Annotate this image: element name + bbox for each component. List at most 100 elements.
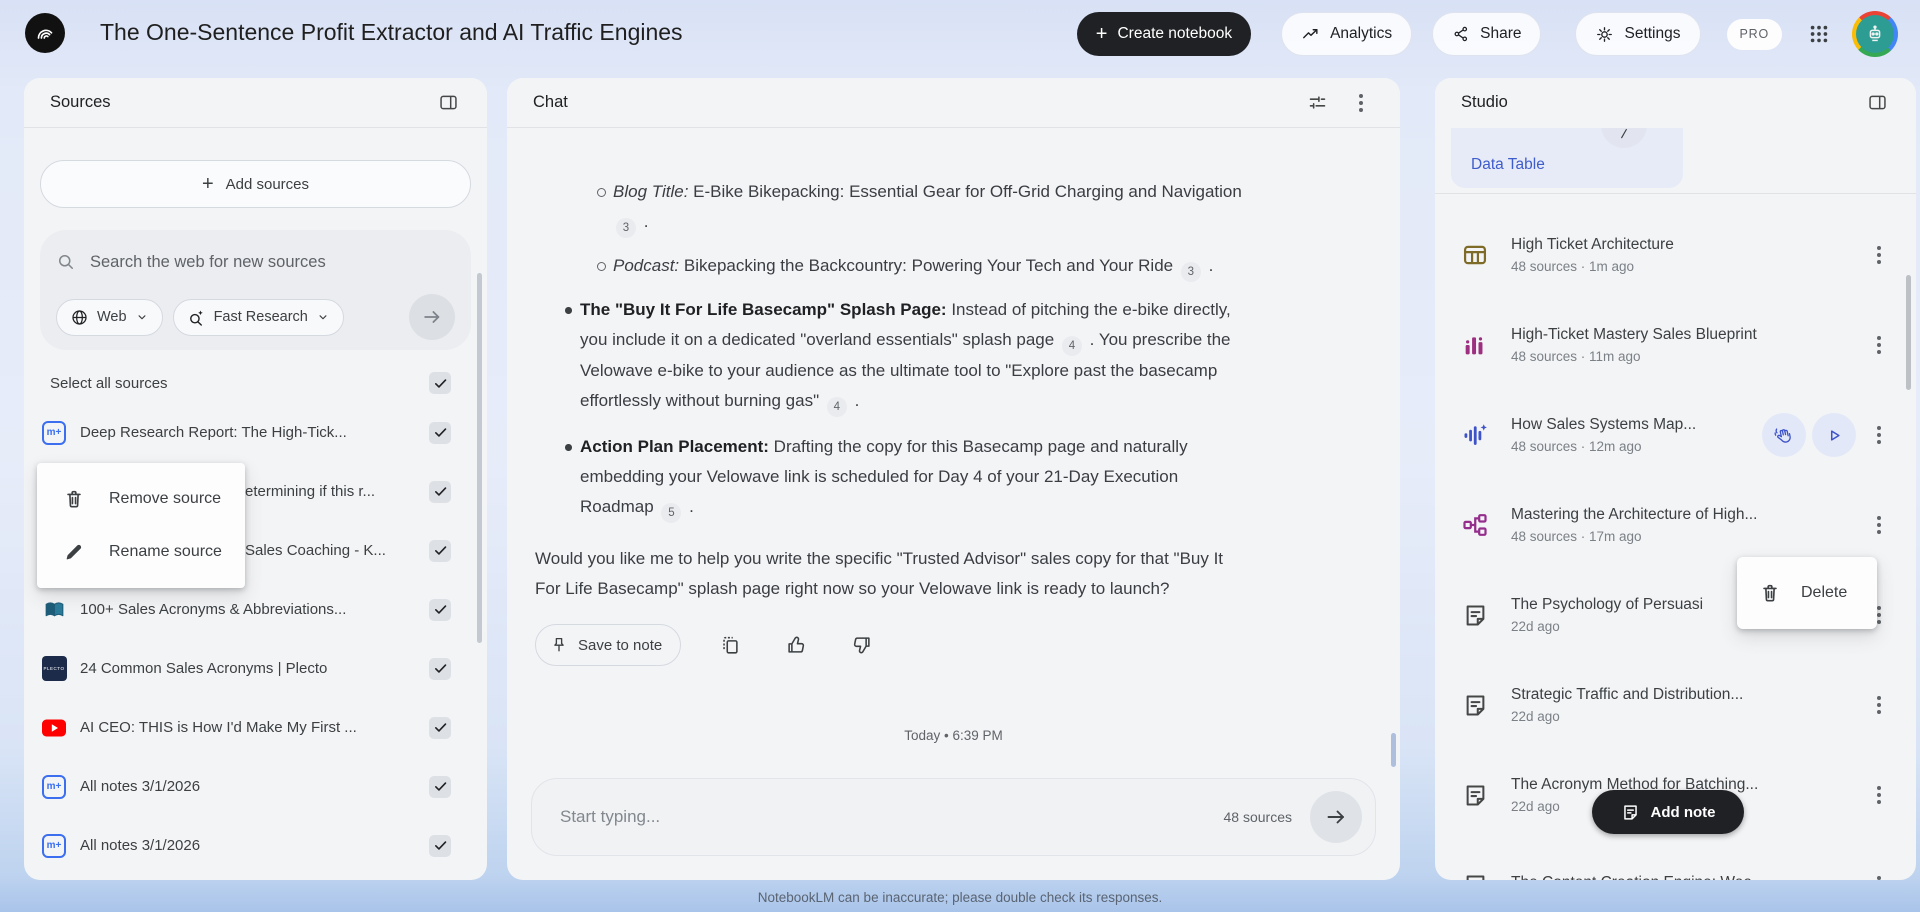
divider	[24, 127, 487, 128]
send-button[interactable]	[1310, 791, 1362, 843]
remove-source-menu-item[interactable]: Remove source	[37, 475, 245, 523]
waving-hand-icon	[1774, 427, 1791, 443]
data-table-icon	[1459, 241, 1491, 269]
web-filter-dropdown[interactable]: Web	[56, 298, 163, 336]
source-checkbox[interactable]	[429, 421, 451, 444]
item-more-menu-icon[interactable]	[1862, 328, 1896, 362]
data-table-card-region: Data Table	[1435, 128, 1916, 192]
thumbs-up-icon[interactable]	[779, 628, 813, 662]
item-more-menu-icon[interactable]	[1862, 778, 1896, 812]
source-row[interactable]: m+ Deep Research Report: The High-Tick..…	[24, 403, 487, 462]
studio-delete-menu-item[interactable]: Delete	[1737, 557, 1877, 629]
citation-badge[interactable]: 4	[826, 397, 847, 417]
item-more-menu-icon[interactable]	[1862, 508, 1896, 542]
share-icon	[1454, 26, 1468, 42]
source-checkbox[interactable]	[429, 834, 451, 857]
audio-overview-icon	[1459, 421, 1491, 449]
add-sources-button[interactable]: + Add sources	[40, 160, 471, 208]
data-table-card[interactable]: Data Table	[1451, 128, 1683, 188]
source-row[interactable]: m+ All notes 3/1/2026	[24, 757, 487, 816]
source-context-menu: Remove source Rename source	[37, 463, 245, 588]
settings-button[interactable]: Settings	[1575, 12, 1701, 56]
item-more-menu-icon[interactable]	[1862, 238, 1896, 272]
item-more-menu-icon[interactable]	[1862, 868, 1896, 880]
citation-badge[interactable]: 4	[1061, 336, 1082, 356]
plus-icon: +	[201, 173, 214, 195]
pin-icon	[554, 637, 564, 652]
chat-message-area: Blog Title: E-Bike Bikepacking: Essentia…	[535, 127, 1250, 604]
create-notebook-button[interactable]: + Create notebook	[1076, 12, 1252, 56]
source-row[interactable]: AI CEO: THIS is How I'd Make My First ..…	[24, 698, 487, 757]
pencil-icon	[66, 545, 82, 560]
analytics-button[interactable]: Analytics	[1281, 12, 1413, 56]
play-icon	[1830, 429, 1840, 441]
chat-text: Bikepacking the Backcountry: Powering Yo…	[679, 256, 1178, 275]
search-submit-button[interactable]	[409, 294, 455, 340]
chat-more-menu-icon[interactable]	[1344, 86, 1378, 120]
thumbs-down-icon[interactable]	[845, 628, 879, 662]
chat-text: .	[684, 497, 694, 516]
sources-panel-title: Sources	[50, 93, 111, 111]
chat-text: Blog Title:	[613, 182, 689, 201]
studio-item[interactable]: The Content Creation Engine: Wee...	[1435, 840, 1916, 880]
app-header: The One-Sentence Profit Extractor and AI…	[0, 0, 1920, 66]
chat-date-label: Today • 6:39 PM	[904, 728, 1003, 743]
chat-settings-icon[interactable]	[1300, 86, 1334, 120]
play-audio-button[interactable]	[1812, 413, 1856, 457]
source-checkbox[interactable]	[429, 539, 451, 562]
citation-badge[interactable]: 3	[1180, 262, 1201, 282]
expand-panel-icon[interactable]	[1860, 86, 1894, 120]
save-to-note-button[interactable]: Save to note	[535, 624, 682, 666]
add-note-label: Add note	[1650, 803, 1716, 821]
source-checkbox[interactable]	[429, 775, 451, 798]
chat-text: Action Plan Placement:	[580, 437, 769, 456]
select-all-label: Select all sources	[50, 374, 168, 392]
source-checkbox[interactable]	[429, 657, 451, 680]
interactive-mode-button[interactable]	[1762, 413, 1806, 457]
chat-scrollbar[interactable]	[1391, 733, 1396, 767]
data-table-label[interactable]: Data Table	[1471, 156, 1545, 174]
source-checkbox[interactable]	[429, 716, 451, 739]
chevron-down-icon	[138, 315, 146, 320]
notebook-source-icon: m+	[42, 420, 66, 445]
rename-source-menu-item[interactable]: Rename source	[37, 528, 245, 576]
google-apps-grid-icon[interactable]	[1802, 17, 1836, 51]
studio-scrollbar[interactable]	[1906, 275, 1911, 390]
research-mode-dropdown[interactable]: Fast Research	[172, 298, 344, 336]
source-row[interactable]: m+ All notes 3/1/2026	[24, 816, 487, 875]
item-more-menu-icon[interactable]	[1862, 688, 1896, 722]
source-checkbox[interactable]	[429, 480, 451, 503]
disclaimer-text: NotebookLM can be inaccurate; please dou…	[757, 890, 1163, 905]
settings-label: Settings	[1624, 25, 1681, 42]
note-icon	[1459, 872, 1491, 880]
sources-scrollbar[interactable]	[477, 273, 482, 643]
studio-item[interactable]: How Sales Systems Map... 48 sources · 12…	[1435, 390, 1916, 480]
select-all-checkbox[interactable]	[429, 372, 451, 394]
source-row[interactable]: PLECTO 24 Common Sales Acronyms | Plecto	[24, 639, 487, 698]
copy-icon[interactable]	[713, 628, 747, 662]
user-avatar[interactable]	[1852, 11, 1898, 57]
add-note-button[interactable]: Add note	[1592, 790, 1744, 834]
source-row[interactable]: 100+ Sales Acronyms & Abbreviations...	[24, 580, 487, 639]
studio-item[interactable]: Strategic Traffic and Distribution... 22…	[1435, 660, 1916, 750]
chat-text: .	[639, 212, 649, 231]
share-button[interactable]: Share	[1432, 12, 1542, 56]
add-sources-label: Add sources	[225, 175, 310, 193]
chat-input[interactable]	[560, 807, 1224, 827]
citation-badge[interactable]: 5	[661, 503, 682, 523]
plus-icon: +	[1095, 23, 1108, 45]
studio-item-meta: 48 sources · 11m ago	[1511, 349, 1641, 364]
studio-item[interactable]: High-Ticket Mastery Sales Blueprint 48 s…	[1435, 300, 1916, 390]
citation-badge[interactable]: 3	[616, 218, 636, 238]
collapse-panel-icon[interactable]	[431, 86, 465, 120]
notebooklm-logo[interactable]	[25, 13, 65, 53]
chat-text: E-Bike Bikepacking: Essential Gear for O…	[688, 182, 1242, 201]
source-title: Sales Coaching - K...	[245, 542, 386, 559]
source-checkbox[interactable]	[429, 598, 451, 621]
studio-item[interactable]: High Ticket Architecture 48 sources · 1m…	[1435, 210, 1916, 300]
search-input[interactable]	[90, 252, 455, 272]
chat-text: The "Buy It For Life Basecamp" Splash Pa…	[580, 300, 947, 319]
select-all-row: Select all sources	[50, 368, 451, 398]
item-more-menu-icon[interactable]	[1862, 418, 1896, 452]
chat-text: Would you like me to help you write the …	[535, 549, 1224, 598]
